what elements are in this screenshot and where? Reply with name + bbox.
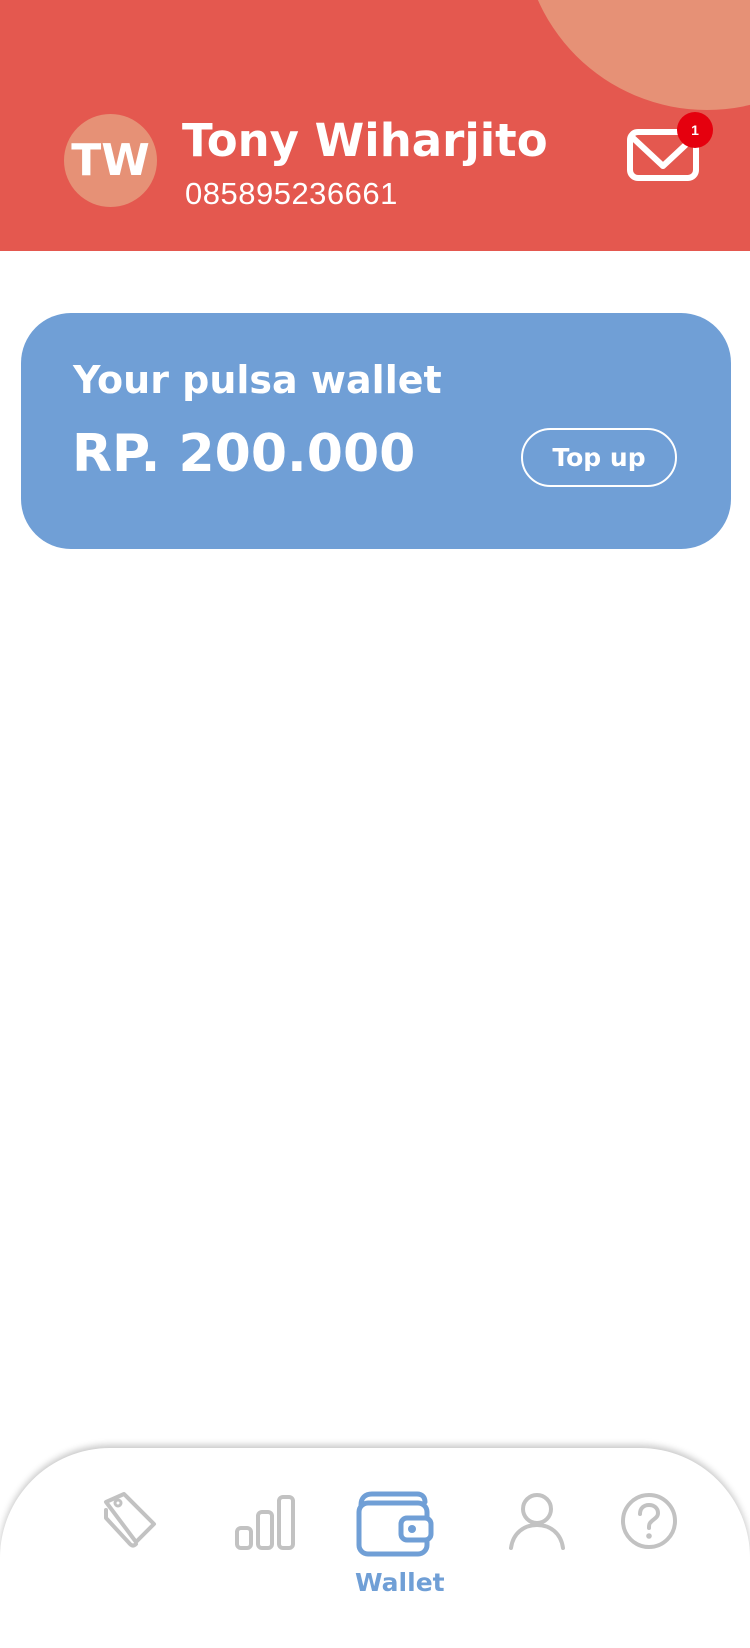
nav-item-wallet[interactable] [355, 1489, 435, 1559]
signal-bars-icon [235, 1495, 295, 1550]
avatar-initials: TW [71, 135, 150, 186]
nav-item-promos[interactable] [96, 1488, 162, 1554]
user-phone: 085895236661 [185, 176, 398, 211]
nav-item-profile[interactable] [508, 1491, 566, 1551]
wallet-card: Your pulsa wallet RP. 200.000 Top up [21, 313, 731, 549]
nav-label-wallet: Wallet [355, 1568, 445, 1597]
unread-count: 1 [691, 122, 699, 138]
header-decoration [522, 0, 750, 110]
unread-badge: 1 [677, 112, 713, 148]
top-up-label: Top up [552, 443, 646, 472]
wallet-icon [356, 1491, 434, 1557]
help-icon [621, 1493, 677, 1549]
nav-item-help[interactable] [619, 1491, 679, 1551]
wallet-balance: RP. 200.000 [72, 424, 416, 484]
user-name: Tony Wiharjito [182, 114, 548, 167]
wallet-title: Your pulsa wallet [73, 358, 442, 402]
avatar[interactable]: TW [64, 114, 157, 207]
top-up-button[interactable]: Top up [521, 428, 677, 487]
tags-icon [104, 1492, 156, 1548]
nav-item-stats[interactable] [234, 1494, 296, 1552]
user-icon [509, 1493, 565, 1550]
